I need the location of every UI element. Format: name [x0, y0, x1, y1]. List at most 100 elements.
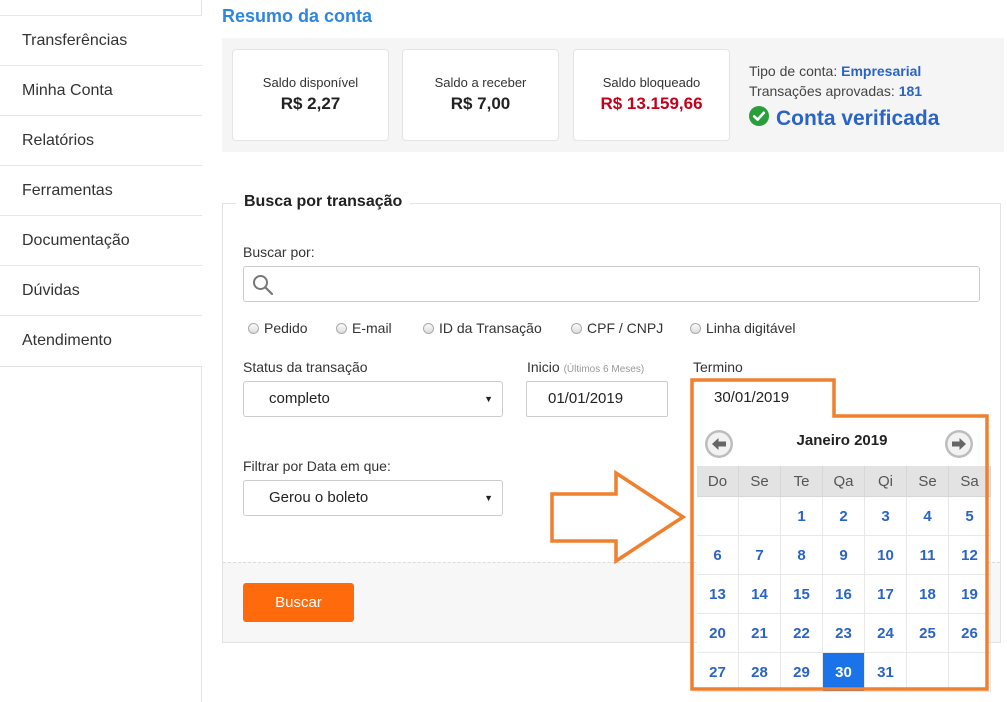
- calendar-day[interactable]: 2: [823, 497, 865, 536]
- account-type-row: Tipo de conta: Empresarial: [749, 61, 922, 81]
- arrow-right-circle-icon[interactable]: [944, 429, 974, 464]
- calendar-day[interactable]: 8: [781, 536, 823, 575]
- calendar-day[interactable]: 25: [907, 614, 949, 653]
- radio-dot[interactable]: [336, 322, 347, 334]
- account-type-label: Tipo de conta:: [749, 63, 838, 79]
- sidebar-item-relatorios[interactable]: Relatórios: [0, 116, 202, 166]
- calendar-day[interactable]: 28: [739, 653, 781, 692]
- balance-blocked-label: Saldo bloqueado: [602, 75, 701, 90]
- calendar-day[interactable]: 9: [823, 536, 865, 575]
- filter-date-label: Filtrar por Data em que:: [243, 458, 391, 474]
- balance-receivable-card: Saldo a receber R$ 7,00: [402, 49, 559, 141]
- account-type-value: Empresarial: [841, 63, 922, 79]
- filter-date-select-value: Gerou o boleto: [269, 489, 369, 506]
- search-button[interactable]: Buscar: [243, 583, 354, 622]
- calendar-day[interactable]: 5: [949, 497, 991, 536]
- calendar-day[interactable]: 21: [739, 614, 781, 653]
- weekday-label: Do: [697, 466, 739, 497]
- calendar-day[interactable]: 4: [907, 497, 949, 536]
- weekday-label: Se: [739, 466, 781, 497]
- termino-date-input[interactable]: 30/01/2019: [694, 380, 834, 416]
- sidebar-item-minha-conta[interactable]: Minha Conta: [0, 66, 202, 116]
- radio-dot[interactable]: [248, 322, 259, 334]
- caret-down-icon: ▼: [484, 493, 493, 503]
- calendar-day[interactable]: 14: [739, 575, 781, 614]
- radio-dot[interactable]: [423, 322, 434, 334]
- weekday-label: Se: [907, 466, 949, 497]
- sidebar-item-atendimento[interactable]: Atendimento: [0, 316, 202, 366]
- radio-email[interactable]: E-mail: [336, 320, 392, 336]
- calendar-day[interactable]: 16: [823, 575, 865, 614]
- sidebar-item-ferramentas[interactable]: Ferramentas: [0, 166, 202, 216]
- status-label: Status da transação: [243, 359, 368, 375]
- radio-dot[interactable]: [690, 322, 701, 334]
- caret-down-icon: ▼: [484, 394, 493, 404]
- calendar-empty-cell: [739, 497, 781, 536]
- radio-pedido[interactable]: Pedido: [248, 320, 308, 336]
- calendar-day[interactable]: 10: [865, 536, 907, 575]
- calendar-day[interactable]: 6: [697, 536, 739, 575]
- radio-label: E-mail: [352, 320, 392, 336]
- calendar-day[interactable]: 18: [907, 575, 949, 614]
- search-icon: [252, 274, 274, 301]
- calendar-day[interactable]: 11: [907, 536, 949, 575]
- calendar-day[interactable]: 12: [949, 536, 991, 575]
- filter-date-select[interactable]: Gerou o boleto ▼: [243, 480, 503, 516]
- radio-linha-digitavel[interactable]: Linha digitável: [690, 320, 796, 336]
- calendar-empty-cell: [697, 497, 739, 536]
- sidebar-item-transferencias[interactable]: Transferências: [0, 16, 202, 66]
- calendar-day[interactable]: 23: [823, 614, 865, 653]
- calendar-week: 20 21 22 23 24 25 26: [697, 614, 991, 653]
- calendar-day[interactable]: 3: [865, 497, 907, 536]
- radio-id-transacao[interactable]: ID da Transação: [423, 320, 542, 336]
- calendar-week: 6 7 8 9 10 11 12: [697, 536, 991, 575]
- calendar-day[interactable]: 7: [739, 536, 781, 575]
- radio-label: ID da Transação: [439, 320, 542, 336]
- buscar-por-label: Buscar por:: [243, 244, 315, 260]
- radio-dot[interactable]: [571, 322, 582, 334]
- date-picker-calendar: Janeiro 2019 Do Se Te Qa Qi Se Sa 1 2 3 …: [697, 420, 991, 692]
- calendar-day[interactable]: 26: [949, 614, 991, 653]
- calendar-day[interactable]: 1: [781, 497, 823, 536]
- sidebar-item-documentacao[interactable]: Documentação: [0, 216, 202, 266]
- calendar-empty-cell: [907, 653, 949, 692]
- weekday-label: Qi: [865, 466, 907, 497]
- calendar-empty-cell: [949, 653, 991, 692]
- balance-available-label: Saldo disponível: [262, 75, 359, 90]
- calendar-day[interactable]: 31: [865, 653, 907, 692]
- balance-available-value: R$ 2,27: [280, 94, 341, 113]
- approved-transactions-row: Transações aprovadas: 181: [749, 81, 922, 101]
- calendar-day[interactable]: 19: [949, 575, 991, 614]
- search-input[interactable]: [243, 266, 980, 302]
- calendar-day[interactable]: 13: [697, 575, 739, 614]
- radio-label: CPF / CNPJ: [587, 320, 664, 336]
- calendar-day[interactable]: 17: [865, 575, 907, 614]
- balance-receivable-value: R$ 7,00: [450, 94, 511, 113]
- radio-label: Pedido: [264, 320, 308, 336]
- sidebar-menu: Transferências Minha Conta Relatórios Fe…: [0, 15, 202, 367]
- weekday-label: Sa: [949, 466, 991, 497]
- calendar-day-selected[interactable]: 30: [823, 653, 865, 692]
- inicio-date-input[interactable]: 01/01/2019: [526, 381, 668, 417]
- approved-transactions-value: 181: [898, 83, 923, 99]
- calendar-day[interactable]: 15: [781, 575, 823, 614]
- sidebar: Transferências Minha Conta Relatórios Fe…: [0, 0, 202, 702]
- verified-status: Conta verificada: [749, 106, 939, 131]
- balance-blocked-card: Saldo bloqueado R$ 13.159,66: [573, 49, 730, 141]
- balance-blocked-value: R$ 13.159,66: [600, 94, 703, 113]
- sidebar-item-duvidas[interactable]: Dúvidas: [0, 266, 202, 316]
- calendar-week: 27 28 29 30 31: [697, 653, 991, 692]
- calendar-week: 13 14 15 16 17 18 19: [697, 575, 991, 614]
- summary-title: Resumo da conta: [222, 6, 373, 26]
- radio-cpf-cnpj[interactable]: CPF / CNPJ: [571, 320, 663, 336]
- calendar-weekday-row: Do Se Te Qa Qi Se Sa: [697, 466, 991, 497]
- status-select[interactable]: completo ▼: [243, 381, 503, 417]
- calendar-day[interactable]: 27: [697, 653, 739, 692]
- calendar-day[interactable]: 24: [865, 614, 907, 653]
- account-summary: Saldo disponível R$ 2,27 Saldo a receber…: [222, 38, 1004, 152]
- calendar-day[interactable]: 29: [781, 653, 823, 692]
- calendar-day[interactable]: 20: [697, 614, 739, 653]
- weekday-label: Te: [781, 466, 823, 497]
- calendar-day[interactable]: 22: [781, 614, 823, 653]
- weekday-label: Qa: [823, 466, 865, 497]
